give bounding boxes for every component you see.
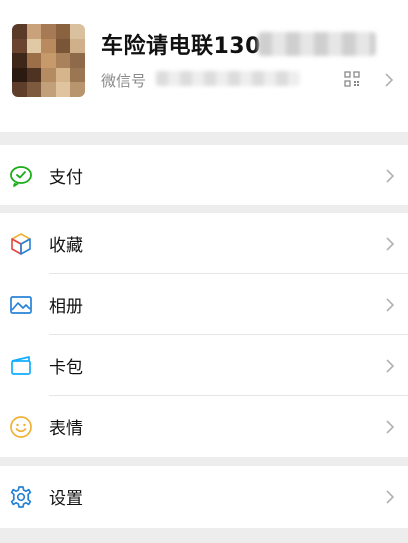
profile-name: 车险请电联130 bbox=[101, 34, 261, 59]
chevron-right-icon bbox=[386, 298, 395, 312]
chevron-right-icon bbox=[386, 420, 395, 434]
chevron-right-icon bbox=[386, 169, 395, 183]
smiley-icon bbox=[10, 416, 32, 438]
menu-item-album[interactable]: 相册 bbox=[0, 274, 408, 335]
pay-section: 支付 bbox=[0, 145, 408, 205]
menu-item-stickers[interactable]: 表情 bbox=[0, 396, 408, 457]
features-section: 收藏 相册 卡包 表情 bbox=[0, 213, 408, 457]
chevron-right-icon bbox=[386, 359, 395, 373]
chevron-right-icon bbox=[385, 73, 394, 87]
menu-label-pay: 支付 bbox=[49, 168, 83, 188]
menu-item-pay[interactable]: 支付 bbox=[0, 145, 408, 205]
qr-code-icon[interactable] bbox=[344, 71, 360, 87]
menu-label-album: 相册 bbox=[49, 297, 83, 317]
chevron-right-icon bbox=[386, 490, 395, 504]
chevron-right-icon bbox=[386, 237, 395, 251]
favorites-cube-icon bbox=[11, 233, 31, 255]
gear-icon bbox=[10, 486, 32, 508]
menu-label-favorites: 收藏 bbox=[49, 236, 83, 256]
menu-label-settings: 设置 bbox=[49, 489, 83, 509]
card-wallet-icon bbox=[11, 356, 31, 375]
wechat-id-redaction bbox=[156, 71, 300, 86]
name-redaction bbox=[258, 32, 376, 56]
wechat-pay-icon bbox=[10, 166, 32, 187]
menu-item-cards[interactable]: 卡包 bbox=[0, 335, 408, 396]
profile-header[interactable]: 车险请电联130 微信号 bbox=[0, 0, 408, 132]
menu-item-favorites[interactable]: 收藏 bbox=[0, 213, 408, 274]
album-icon bbox=[10, 296, 32, 314]
avatar[interactable] bbox=[12, 24, 85, 97]
settings-section: 设置 bbox=[0, 466, 408, 528]
menu-label-cards: 卡包 bbox=[49, 358, 83, 378]
menu-label-stickers: 表情 bbox=[49, 419, 83, 439]
wechat-id-label: 微信号 bbox=[101, 72, 147, 90]
menu-item-settings[interactable]: 设置 bbox=[0, 466, 408, 528]
